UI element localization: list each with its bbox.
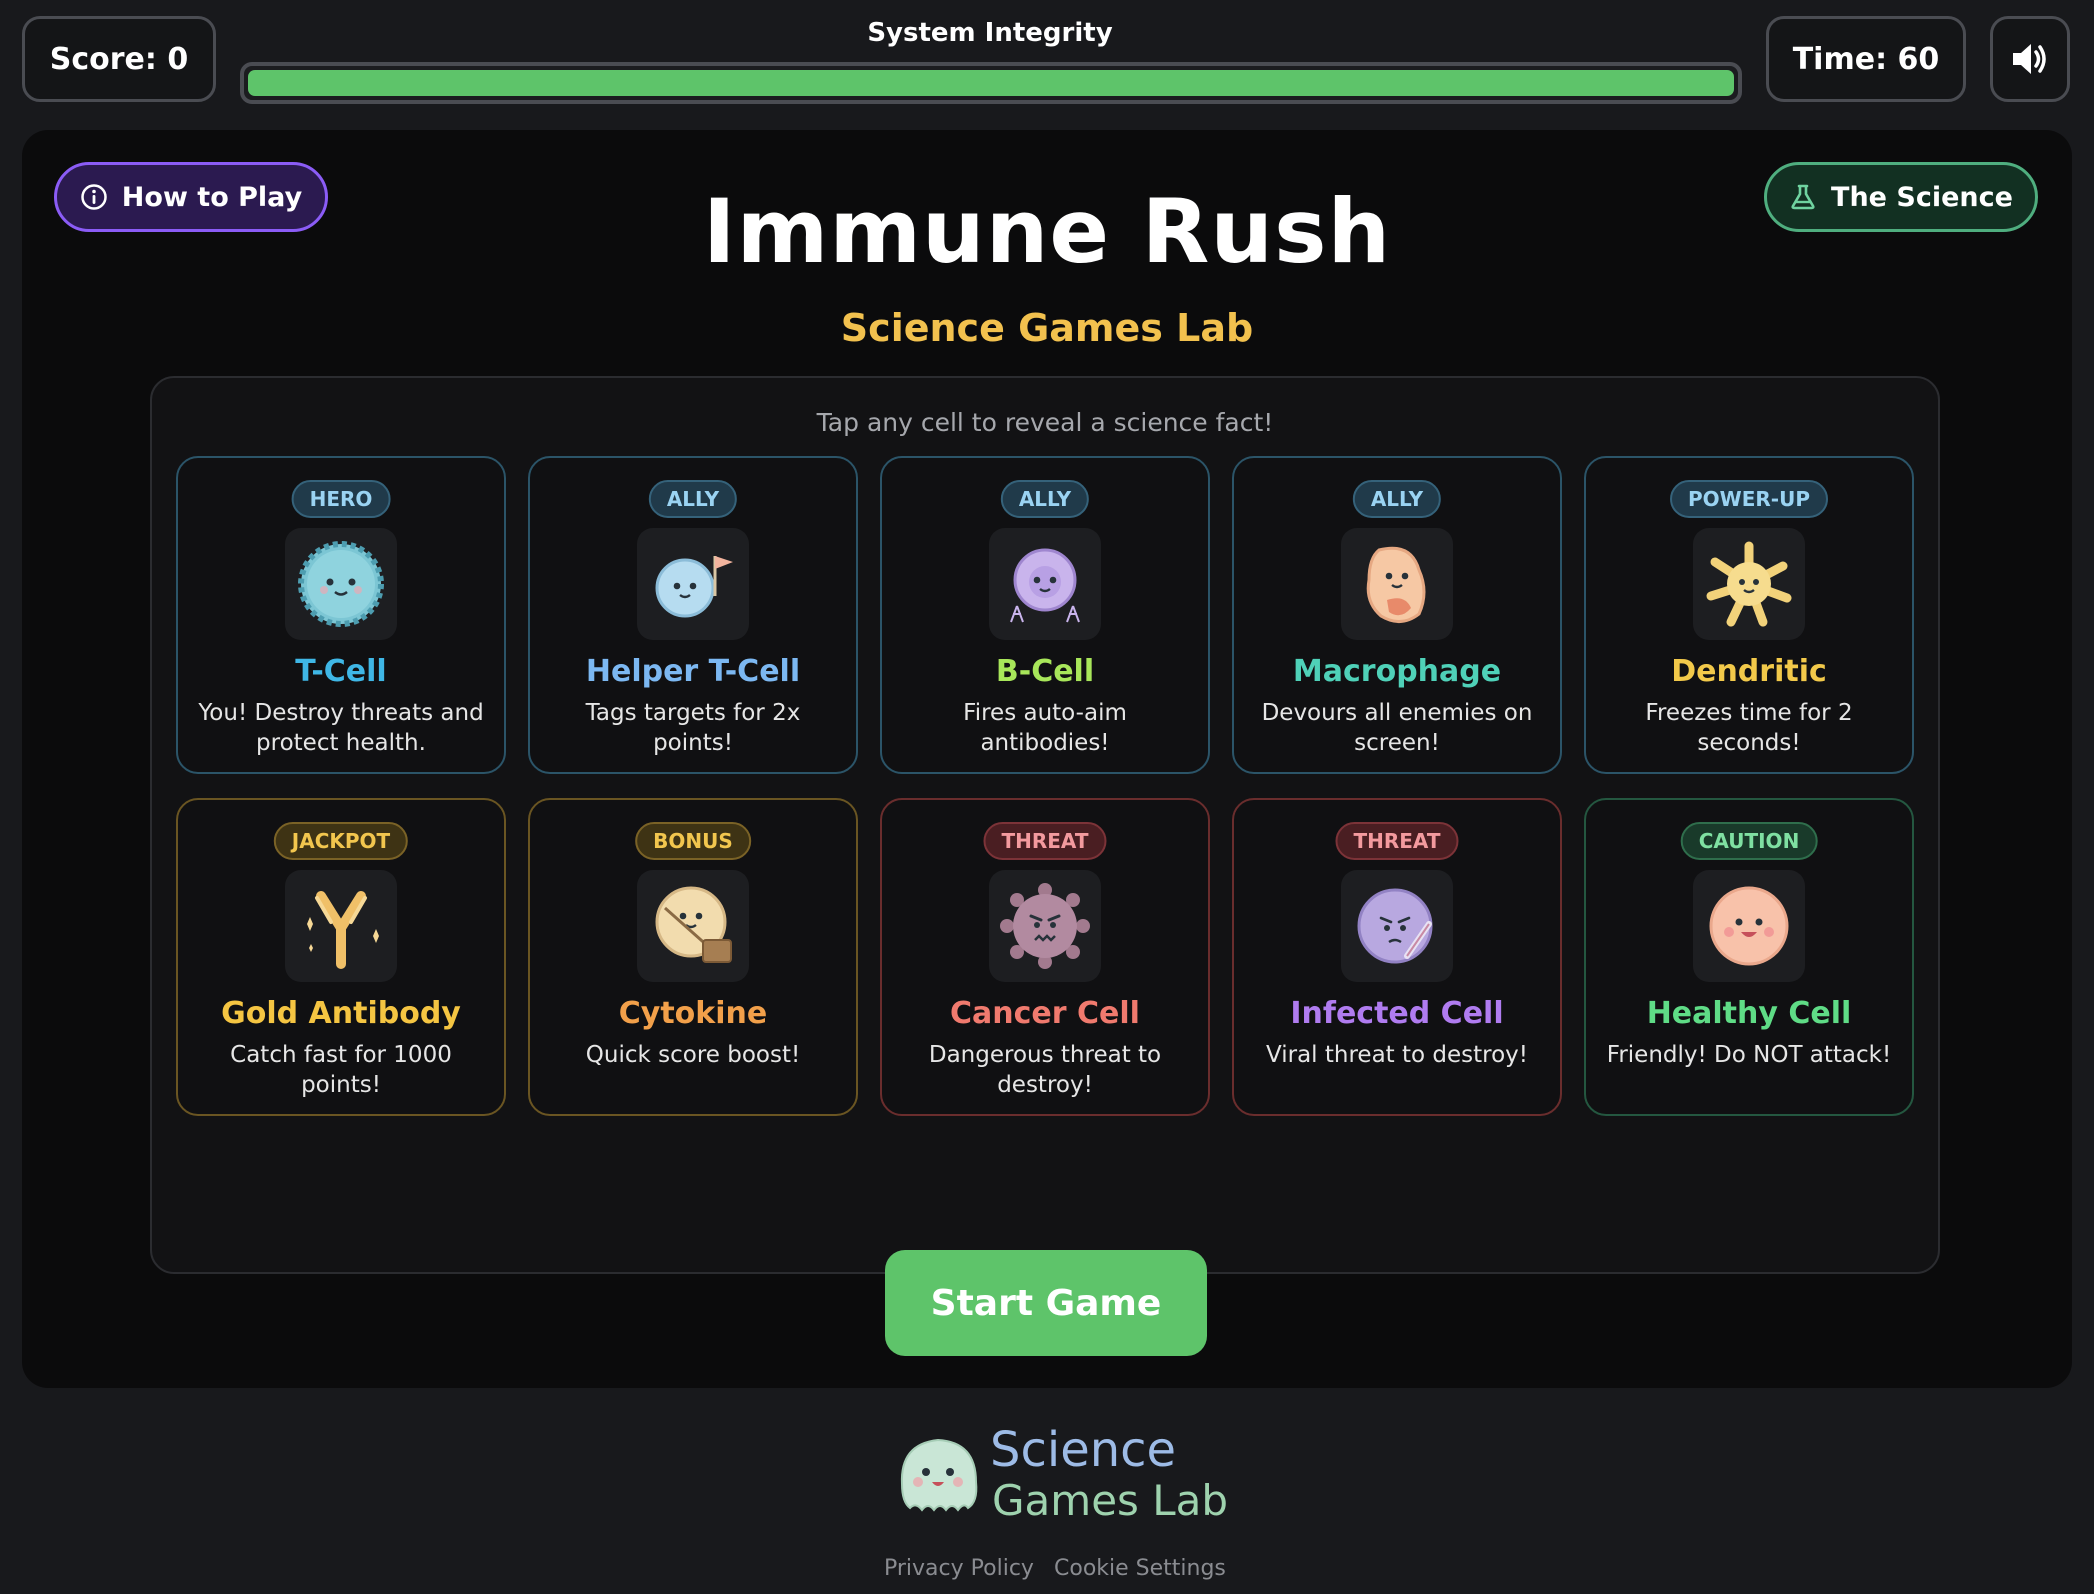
score-display: Score: 0 — [22, 16, 216, 102]
the-science-label: The Science — [1831, 181, 2013, 213]
card-description: Catch fast for 1000 points! — [230, 1042, 452, 1098]
game-subtitle: Science Games Lab — [840, 306, 1254, 350]
start-game-button[interactable]: Start Game — [885, 1250, 1207, 1356]
system-integrity-label: System Integrity — [867, 18, 1113, 48]
time-label: Time: 60 — [1792, 41, 1940, 77]
card-dendritic[interactable]: POWER-UP Dendritic Freezes time for 2 se… — [1584, 456, 1914, 774]
card-description: Quick score boost! — [585, 1042, 801, 1068]
sound-toggle-button[interactable] — [1990, 16, 2070, 102]
system-integrity-bar — [240, 62, 1742, 104]
card-badge: BONUS — [635, 822, 751, 860]
t-cell-icon — [285, 528, 397, 640]
card-name: Dendritic — [1671, 654, 1827, 689]
card-t-cell[interactable]: HERO T-Cell You! Destroy threats and pro… — [176, 456, 506, 774]
card-badge: ALLY — [648, 480, 738, 518]
card-badge: JACKPOT — [273, 822, 409, 860]
card-name: T-Cell — [295, 654, 387, 689]
card-name: Infected Cell — [1290, 996, 1504, 1031]
time-display: Time: 60 — [1766, 16, 1966, 102]
cookie-settings-link[interactable]: Cookie Settings — [1054, 1556, 1226, 1581]
card-healthy-cell[interactable]: CAUTION Healthy Cell Friendly! Do NOT at… — [1584, 798, 1914, 1116]
score-label: Score: 0 — [49, 41, 189, 77]
macrophage-icon — [1341, 528, 1453, 640]
card-b-cell[interactable]: ALLY B-Cell Fires auto-aim antibodies! — [880, 456, 1210, 774]
logo-text-games-lab: Games Lab — [992, 1476, 1229, 1525]
logo-text-science: Science — [990, 1422, 1177, 1478]
helper-t-cell-icon — [637, 528, 749, 640]
b-cell-icon — [989, 528, 1101, 640]
card-description: Freezes time for 2 seconds! — [1645, 700, 1853, 756]
system-integrity-fill — [248, 70, 1734, 96]
card-gold-antibody[interactable]: JACKPOT Gold Antibody Catch fast for 100… — [176, 798, 506, 1116]
healthy-cell-icon — [1693, 870, 1805, 982]
card-name: Macrophage — [1292, 654, 1502, 689]
card-name: Helper T-Cell — [585, 654, 801, 689]
card-description: Tags targets for 2x points! — [585, 700, 801, 756]
gold-antibody-icon — [285, 870, 397, 982]
card-name: Healthy Cell — [1646, 996, 1852, 1031]
card-name: Gold Antibody — [221, 996, 461, 1031]
card-infected-cell[interactable]: THREAT Infected Cell Viral threat to des… — [1232, 798, 1562, 1116]
cytokine-icon — [637, 870, 749, 982]
card-helper-t-cell[interactable]: ALLY Helper T-Cell Tags targets for 2x p… — [528, 456, 858, 774]
grid-hint: Tap any cell to reveal a science fact! — [816, 408, 1274, 437]
privacy-policy-link[interactable]: Privacy Policy — [884, 1556, 1034, 1581]
card-badge: HERO — [291, 480, 391, 518]
card-badge: CAUTION — [1680, 822, 1818, 860]
card-badge: POWER-UP — [1670, 480, 1828, 518]
card-description: Dangerous threat to destroy! — [928, 1042, 1162, 1098]
card-description: Fires auto-aim antibodies! — [963, 700, 1127, 756]
card-badge: THREAT — [1335, 822, 1459, 860]
card-cytokine[interactable]: BONUS Cytokine Quick score boost! — [528, 798, 858, 1116]
card-description: Devours all enemies on screen! — [1261, 700, 1533, 756]
card-badge: ALLY — [1352, 480, 1442, 518]
the-science-button[interactable]: The Science — [1764, 162, 2038, 232]
card-name: Cancer Cell — [950, 996, 1140, 1031]
card-name: B-Cell — [995, 654, 1095, 689]
cell-grid-panel: Tap any cell to reveal a science fact! H… — [150, 376, 1940, 1274]
card-description: Friendly! Do NOT attack! — [1606, 1042, 1892, 1068]
infected-cell-icon — [1341, 870, 1453, 982]
main-panel: How to Play Immune Rush Science Games La… — [22, 130, 2072, 1388]
card-macrophage[interactable]: ALLY Macrophage Devours all enemies on s… — [1232, 456, 1562, 774]
card-cancer-cell[interactable]: THREAT Cancer Cell Dangerous threat to d — [880, 798, 1210, 1116]
flask-icon — [1791, 184, 1815, 210]
speaker-icon — [2013, 44, 2046, 74]
card-description: You! Destroy threats and protect health. — [198, 700, 484, 756]
card-name: Cytokine — [618, 996, 768, 1031]
card-badge: THREAT — [983, 822, 1107, 860]
science-games-lab-logo — [900, 1438, 978, 1512]
card-badge: ALLY — [1000, 480, 1090, 518]
dendritic-icon — [1693, 528, 1805, 640]
cancer-cell-icon — [989, 870, 1101, 982]
card-description: Viral threat to destroy! — [1266, 1042, 1528, 1068]
